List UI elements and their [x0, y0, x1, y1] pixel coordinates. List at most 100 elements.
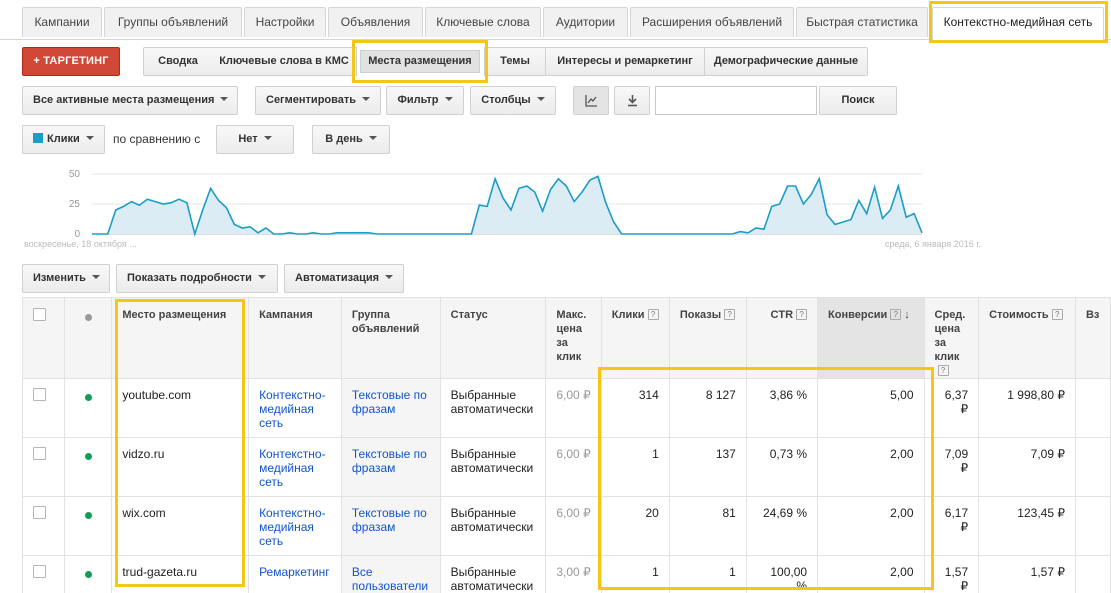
ad-group-link[interactable]: Текстовые по фразам [340, 378, 441, 438]
header-placement[interactable]: Место размещения [111, 297, 250, 379]
status-cell: Выбранные автоматически [439, 437, 547, 497]
campaign-link[interactable]: Контекстно-медийная сеть [248, 437, 342, 497]
placements-filter-label: Все активные места размещения [33, 94, 215, 106]
max-cpc-cell[interactable]: 6,00 ₽ [545, 378, 602, 438]
placement-cell: vidzo.ru [111, 437, 250, 497]
cost-cell: 7,09 ₽ [978, 437, 1076, 497]
header-cost[interactable]: Стоимость? [978, 297, 1076, 379]
placements-filter-dropdown[interactable]: Все активные места размещения [22, 86, 238, 115]
top-tab-bar: Кампании Группы объявлений Настройки Объ… [0, 0, 1111, 41]
more-cell [1074, 437, 1111, 497]
tab-settings[interactable]: Настройки [244, 7, 326, 37]
edit-dropdown[interactable]: Изменить [22, 264, 110, 293]
avg-cpc-cell: 1,57 ₽ [923, 555, 980, 593]
header-ctr[interactable]: CTR? [745, 297, 819, 379]
subtab-demographics[interactable]: Демографические данные [704, 47, 868, 76]
ctr-cell: 3,86 % [745, 378, 819, 438]
max-cpc-cell[interactable]: 3,00 ₽ [545, 555, 602, 593]
download-button[interactable] [614, 86, 650, 115]
row-checkbox[interactable] [33, 388, 46, 401]
header-status[interactable]: Статус [439, 297, 547, 379]
impressions-cell: 8 127 [668, 378, 747, 438]
tab-ad-groups[interactable]: Группы объявлений [104, 7, 242, 37]
row-checkbox[interactable] [33, 447, 46, 460]
compare-dropdown[interactable]: Нет [216, 125, 294, 154]
columns-dropdown[interactable]: Столбцы [470, 86, 556, 115]
subtab-placements[interactable]: Места размещения [360, 50, 480, 73]
conversions-cell: 2,00 [817, 555, 925, 593]
header-impressions[interactable]: Показы? [668, 297, 747, 379]
more-cell [1074, 555, 1111, 593]
header-avg-cpc[interactable]: Сред. цена за клик? [923, 297, 980, 379]
segment-dropdown[interactable]: Сегментировать [255, 86, 381, 115]
max-cpc-cell[interactable]: 6,00 ₽ [545, 496, 602, 556]
status-cell: Выбранные автоматически [439, 555, 547, 593]
compare-label: по сравнению с [113, 132, 201, 146]
help-icon[interactable]: ? [724, 309, 736, 320]
header-clicks-label: Клики [611, 309, 645, 321]
targeting-button[interactable]: + ТАРГЕТИНГ [22, 47, 120, 76]
subtab-topics[interactable]: Темы [484, 47, 546, 76]
help-icon[interactable]: ? [796, 309, 808, 320]
tab-ad-extensions[interactable]: Расширения объявлений [630, 7, 794, 37]
show-details-dropdown[interactable]: Показать подробности [116, 264, 278, 293]
chevron-down-icon [85, 136, 94, 140]
tab-quick-stats[interactable]: Быстрая статистика [796, 7, 928, 37]
metric-dropdown[interactable]: Клики [22, 125, 105, 154]
select-all-checkbox[interactable] [33, 308, 46, 321]
placement-cell: youtube.com [111, 378, 250, 438]
help-icon[interactable]: ? [937, 365, 949, 376]
max-cpc-cell[interactable]: 6,00 ₽ [545, 437, 602, 497]
row-select-cell [22, 378, 65, 438]
chevron-down-icon [385, 275, 394, 279]
impressions-cell: 81 [668, 496, 747, 556]
avg-cpc-cell: 7,09 ₽ [923, 437, 980, 497]
segment-label: Сегментировать [266, 94, 357, 106]
filter-label: Фильтр [397, 94, 439, 106]
period-dropdown[interactable]: В день [312, 125, 390, 154]
download-icon [628, 95, 637, 107]
ctr-cell: 24,69 % [745, 496, 819, 556]
header-campaign[interactable]: Кампания [248, 297, 342, 379]
row-checkbox[interactable] [33, 506, 46, 519]
status-dot-icon [84, 571, 92, 578]
chart-toggle-button[interactable] [573, 86, 609, 115]
tab-keywords[interactable]: Ключевые слова [425, 7, 541, 37]
campaign-link[interactable]: Ремаркетинг [248, 555, 342, 593]
sort-down-icon: ↓ [904, 309, 910, 321]
period-value: В день [325, 133, 363, 145]
automation-dropdown[interactable]: Автоматизация [284, 264, 404, 293]
ctr-cell: 0,73 % [745, 437, 819, 497]
campaign-link[interactable]: Контекстно-медийная сеть [248, 496, 342, 556]
avg-cpc-cell: 6,37 ₽ [923, 378, 980, 438]
header-ad-group[interactable]: Группа объявлений [340, 297, 441, 379]
subtab-interests-remarketing[interactable]: Интересы и ремаркетинг [545, 47, 705, 76]
header-clicks[interactable]: Клики? [600, 297, 670, 379]
tab-campaigns[interactable]: Кампании [22, 7, 102, 37]
search-button[interactable]: Поиск [819, 86, 897, 115]
subtab-summary[interactable]: Сводка [143, 47, 213, 76]
tab-ads[interactable]: Объявления [328, 7, 423, 37]
header-max-cpc[interactable]: Макс. цена за клик [545, 297, 602, 379]
subtab-display-keywords[interactable]: Ключевые слова в КМС [212, 47, 357, 76]
search-input[interactable] [655, 86, 817, 115]
tab-audiences[interactable]: Аудитории [543, 7, 628, 37]
status-cell: Выбранные автоматически [439, 378, 547, 438]
header-conversions[interactable]: Конверсии? ↓ [817, 297, 925, 379]
help-icon[interactable]: ? [647, 309, 659, 320]
ad-group-link[interactable]: Все пользователи [340, 555, 441, 593]
show-details-label: Показать подробности [127, 272, 252, 284]
chevron-down-icon [257, 275, 266, 279]
clicks-chart: 02550 [69, 169, 923, 240]
filter-dropdown[interactable]: Фильтр [386, 86, 464, 115]
tab-display-network[interactable]: Контекстно-медийная сеть [932, 7, 1104, 41]
campaign-link[interactable]: Контекстно-медийная сеть [248, 378, 342, 438]
ad-group-link[interactable]: Текстовые по фразам [340, 496, 441, 556]
help-icon[interactable]: ? [890, 309, 902, 320]
ad-group-link[interactable]: Текстовые по фразам [340, 437, 441, 497]
help-icon[interactable]: ? [1051, 309, 1063, 320]
header-more[interactable]: Вз [1074, 297, 1111, 379]
conversions-cell: 2,00 [817, 437, 925, 497]
row-checkbox[interactable] [33, 565, 46, 578]
metric-label: Клики [47, 133, 80, 145]
